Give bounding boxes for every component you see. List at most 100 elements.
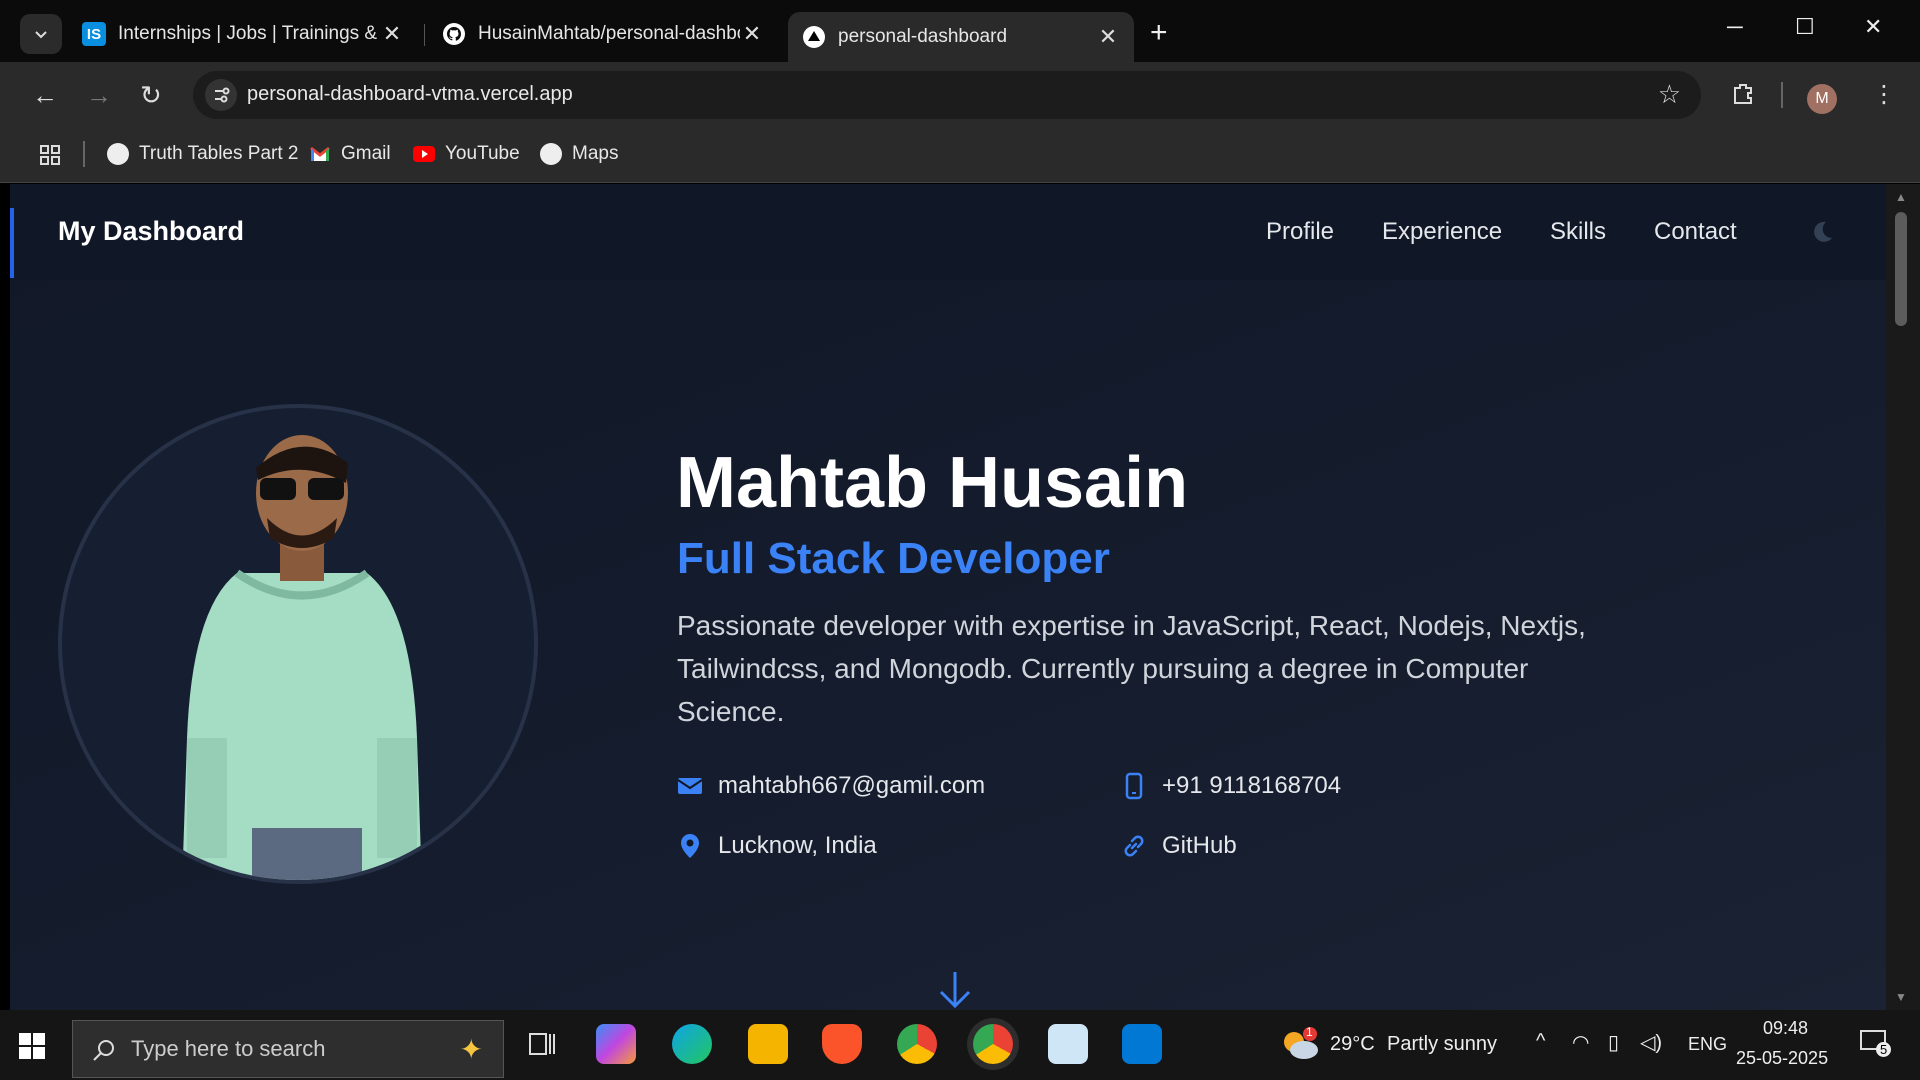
globe-icon bbox=[540, 143, 562, 165]
internshala-icon: IS bbox=[82, 22, 106, 46]
minimize-icon[interactable]: ─ bbox=[1727, 14, 1743, 40]
location-pin-icon bbox=[681, 834, 699, 858]
scroll-up-icon[interactable]: ▲ bbox=[1895, 190, 1907, 204]
extensions-icon[interactable] bbox=[1730, 80, 1756, 113]
moon-icon[interactable] bbox=[1808, 218, 1836, 246]
bookmark-divider bbox=[83, 141, 85, 167]
weather-icon[interactable]: 1 bbox=[1280, 1025, 1320, 1062]
chrome-icon[interactable] bbox=[897, 1024, 937, 1064]
maximize-icon[interactable]: ☐ bbox=[1795, 14, 1815, 40]
profile-avatar[interactable]: M bbox=[1807, 84, 1837, 114]
edge-icon[interactable] bbox=[672, 1024, 712, 1064]
tab-title: HusainMahtab/personal-dashbo bbox=[478, 23, 740, 44]
tab-internshala[interactable]: IS Internships | Jobs | Trainings & I ✕ bbox=[68, 12, 418, 56]
vercel-icon bbox=[803, 26, 825, 48]
scroll-down-icon[interactable]: ▼ bbox=[1895, 990, 1907, 1004]
github-link-text: GitHub bbox=[1162, 832, 1237, 859]
chevron-up-icon[interactable]: ^ bbox=[1536, 1030, 1545, 1053]
clock-time[interactable]: 09:48 bbox=[1763, 1018, 1808, 1039]
contact-phone[interactable]: +91 9118168704 bbox=[1120, 772, 1341, 800]
contact-location: Lucknow, India bbox=[676, 832, 877, 860]
nav-profile[interactable]: Profile bbox=[1266, 218, 1334, 246]
profile-bio: Passionate developer with expertise in J… bbox=[677, 610, 1586, 727]
bookmark-star-icon[interactable]: ☆ bbox=[1658, 79, 1681, 110]
page-scrollbar[interactable]: ▲ ▼ bbox=[1886, 184, 1920, 1010]
apps-grid-icon[interactable] bbox=[38, 143, 62, 167]
weather-badge: 1 bbox=[1306, 1025, 1313, 1039]
dashboard-page: My Dashboard Profile Experience Skills C… bbox=[10, 184, 1886, 1010]
wifi-icon[interactable]: ◠ bbox=[1572, 1030, 1589, 1055]
new-tab-button[interactable]: + bbox=[1150, 16, 1168, 50]
battery-icon[interactable]: ▯ bbox=[1608, 1030, 1619, 1055]
weather-temp: 29°C bbox=[1330, 1033, 1375, 1055]
tab-personal-dashboard[interactable]: personal-dashboard ✕ bbox=[788, 12, 1134, 62]
scrollbar-thumb[interactable] bbox=[1895, 212, 1907, 326]
profile-name: Mahtab Husain bbox=[676, 443, 1189, 523]
bookmark-youtube[interactable]: YouTube bbox=[413, 143, 520, 165]
search-placeholder: Type here to search bbox=[131, 1036, 326, 1061]
contact-email[interactable]: mahtabh667@gamil.com bbox=[676, 772, 985, 800]
toolbar-divider bbox=[1781, 82, 1783, 108]
volume-icon[interactable]: ◁) bbox=[1640, 1030, 1662, 1055]
forward-icon[interactable]: → bbox=[86, 80, 112, 111]
tab-title: personal-dashboard bbox=[838, 26, 1008, 47]
paint-icon[interactable] bbox=[1048, 1024, 1088, 1064]
taskbar-search-box[interactable]: Type here to search ✦ bbox=[72, 1020, 504, 1078]
url-text: personal-dashboard-vtma.vercel.app bbox=[247, 83, 573, 105]
tab-search-button[interactable] bbox=[20, 14, 62, 54]
location-text: Lucknow, India bbox=[718, 832, 877, 859]
sparkle-icon: ✦ bbox=[459, 1034, 483, 1065]
close-icon[interactable]: ✕ bbox=[1096, 24, 1120, 50]
file-explorer-icon[interactable] bbox=[748, 1024, 788, 1064]
language-indicator[interactable]: ENG bbox=[1688, 1034, 1727, 1055]
bookmark-label: Gmail bbox=[341, 143, 391, 164]
menu-kebab-icon[interactable]: ⋮ bbox=[1872, 80, 1896, 109]
site-brand[interactable]: My Dashboard bbox=[58, 216, 244, 247]
site-navbar: My Dashboard Profile Experience Skills C… bbox=[10, 184, 1886, 280]
scroll-down-arrow-icon[interactable] bbox=[935, 970, 975, 1010]
notification-icon[interactable]: 5 bbox=[1858, 1028, 1894, 1060]
bookmark-label: Maps bbox=[572, 143, 619, 164]
site-info-icon[interactable] bbox=[205, 79, 237, 111]
tab-separator bbox=[424, 24, 425, 46]
nav-skills[interactable]: Skills bbox=[1550, 218, 1606, 246]
left-accent-bar bbox=[10, 208, 14, 278]
link-icon bbox=[1124, 835, 1144, 857]
github-icon bbox=[443, 23, 465, 45]
windows-start-icon[interactable] bbox=[18, 1032, 46, 1060]
bookmark-truth-tables[interactable]: Truth Tables Part 2 bbox=[107, 143, 298, 165]
nav-contact[interactable]: Contact bbox=[1654, 218, 1737, 246]
phone-icon bbox=[1125, 772, 1143, 800]
weather-text: Partly sunny bbox=[1387, 1033, 1498, 1055]
person-photo-illustration bbox=[182, 435, 422, 880]
reload-icon[interactable]: ↻ bbox=[140, 80, 162, 111]
email-text: mahtabh667@gamil.com bbox=[718, 772, 986, 799]
windows-taskbar: Type here to search ✦ 1 29°C Partly sunn… bbox=[0, 1010, 1920, 1080]
tab-github[interactable]: HusainMahtab/personal-dashbo ✕ bbox=[428, 12, 778, 56]
mail-icon bbox=[677, 778, 703, 794]
browser-toolbar: ← → ↻ personal-dashboard-vtma.vercel.app… bbox=[0, 62, 1920, 127]
back-icon[interactable]: ← bbox=[32, 80, 58, 111]
nav-experience[interactable]: Experience bbox=[1382, 218, 1502, 246]
brave-icon[interactable] bbox=[822, 1024, 862, 1064]
close-window-icon[interactable]: ✕ bbox=[1864, 14, 1882, 40]
bookmarks-bar: Truth Tables Part 2 Gmail YouTube Maps bbox=[0, 127, 1920, 183]
clock-date[interactable]: 25-05-2025 bbox=[1736, 1048, 1828, 1069]
bookmark-label: Truth Tables Part 2 bbox=[139, 143, 299, 164]
profile-photo bbox=[58, 404, 538, 884]
chrome-active-icon[interactable] bbox=[973, 1024, 1013, 1064]
bookmark-gmail[interactable]: Gmail bbox=[309, 143, 391, 165]
profile-role: Full Stack Developer bbox=[677, 534, 1110, 583]
close-icon[interactable]: ✕ bbox=[380, 21, 404, 47]
address-bar[interactable]: personal-dashboard-vtma.vercel.app ☆ bbox=[193, 71, 1701, 119]
tab-strip: IS Internships | Jobs | Trainings & I ✕ … bbox=[0, 0, 1920, 62]
close-icon[interactable]: ✕ bbox=[740, 21, 764, 47]
vscode-icon[interactable] bbox=[1122, 1024, 1162, 1064]
bookmark-maps[interactable]: Maps bbox=[540, 143, 618, 165]
notification-count: 5 bbox=[1876, 1042, 1892, 1057]
contact-github-link[interactable]: GitHub bbox=[1120, 832, 1237, 860]
task-view-icon[interactable] bbox=[522, 1024, 562, 1064]
gmail-icon bbox=[310, 146, 330, 161]
copilot-icon[interactable] bbox=[596, 1024, 636, 1064]
search-icon bbox=[93, 1040, 114, 1061]
